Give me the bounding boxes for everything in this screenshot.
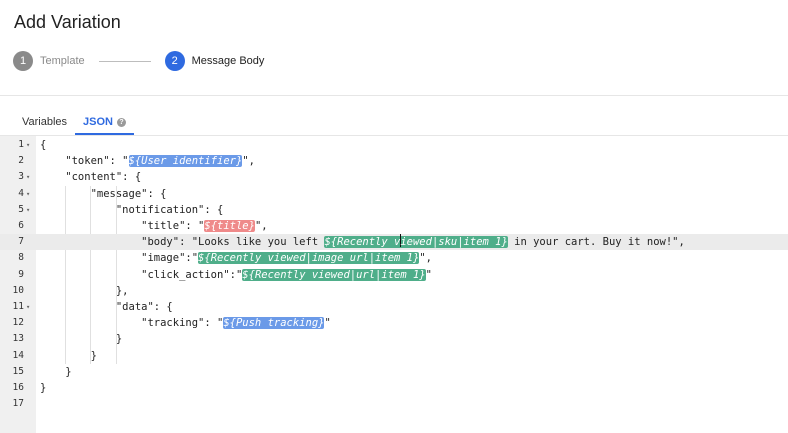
step-connector bbox=[98, 60, 151, 62]
line-number: 3 bbox=[18, 171, 24, 183]
code-fragment: "image":" bbox=[40, 252, 199, 265]
code-fragment: } bbox=[40, 333, 123, 346]
page-title: Add Variation bbox=[14, 12, 121, 32]
code-fragment: "notification": { bbox=[40, 203, 224, 216]
line-number: 8 bbox=[18, 252, 24, 264]
code-text: { bbox=[40, 137, 46, 153]
code-text: "image":"${Recently viewed|image url|ite… bbox=[40, 250, 432, 266]
line-number: 17 bbox=[12, 398, 24, 410]
step-1-circle[interactable]: 1 bbox=[13, 51, 33, 71]
line-number: 9 bbox=[18, 268, 24, 280]
code-text: }, bbox=[40, 283, 129, 299]
code-text: } bbox=[40, 364, 72, 380]
code-line[interactable]: 14 } bbox=[0, 348, 788, 364]
code-line[interactable]: 9 "click_action":"${Recently viewed|url|… bbox=[0, 267, 788, 283]
step-1-label[interactable]: Template bbox=[40, 55, 85, 67]
code-fragment: "data": { bbox=[40, 301, 173, 313]
code-line[interactable]: 16} bbox=[0, 380, 788, 396]
code-line[interactable]: 17 bbox=[0, 396, 788, 412]
code-fragment: " bbox=[425, 268, 432, 281]
code-fragment: "message": { bbox=[40, 187, 167, 200]
variable-token[interactable]: ${title} bbox=[204, 220, 255, 232]
code-fragment: ", bbox=[419, 252, 432, 265]
code-text: } bbox=[40, 331, 122, 347]
tab-bar: Variables JSON? bbox=[14, 110, 135, 135]
code-text: } bbox=[40, 380, 46, 396]
code-line[interactable]: 10 }, bbox=[0, 283, 788, 299]
code-line[interactable]: 12 "tracking": "${Push tracking}" bbox=[0, 315, 788, 331]
code-line[interactable]: 4 ▾ "message": { bbox=[0, 186, 788, 202]
fold-toggle-icon[interactable]: ▾ bbox=[26, 299, 34, 315]
variable-token[interactable]: ${Recently viewed|image url|item 1} bbox=[198, 252, 420, 265]
line-number: 4 bbox=[18, 187, 24, 199]
code-text: "token": "${User identifier}", bbox=[40, 153, 255, 169]
code-text: "title": "${title}", bbox=[40, 218, 268, 234]
code-line[interactable]: 15 } bbox=[0, 364, 788, 380]
line-number: 13 bbox=[12, 333, 24, 345]
code-line[interactable]: 7 "body": "Looks like you left ${Recentl… bbox=[0, 234, 788, 251]
tab-variables[interactable]: Variables bbox=[14, 110, 75, 135]
help-icon[interactable]: ? bbox=[117, 118, 127, 127]
line-number: 14 bbox=[12, 349, 24, 361]
line-number: 1 bbox=[18, 139, 24, 150]
code-line[interactable]: 2 "token": "${User identifier}", bbox=[0, 153, 788, 169]
variable-token[interactable]: ${Push tracking} bbox=[223, 317, 325, 330]
line-number: 10 bbox=[12, 284, 24, 296]
line-number: 7 bbox=[18, 236, 24, 248]
code-fragment: "content": { bbox=[40, 171, 142, 184]
fold-toggle-icon[interactable]: ▾ bbox=[26, 186, 34, 202]
code-line[interactable]: 5 ▾ "notification": { bbox=[0, 202, 788, 218]
code-text: "data": { bbox=[40, 299, 173, 315]
code-fragment: "tracking": " bbox=[40, 317, 224, 330]
code-text: "content": { bbox=[40, 169, 141, 185]
text-cursor bbox=[399, 234, 401, 248]
code-text: "notification": { bbox=[40, 202, 223, 218]
code-line[interactable]: 13 } bbox=[0, 331, 788, 347]
json-editor[interactable]: 1 ▾{2 "token": "${User identifier}", 3 ▾ "c… bbox=[0, 135, 788, 433]
code-fragment: " bbox=[324, 317, 331, 330]
code-fragment: { bbox=[40, 139, 47, 151]
code-line[interactable]: 1 ▾ { bbox=[0, 137, 788, 153]
header-divider bbox=[0, 95, 788, 96]
tab-variables-label: Variables bbox=[22, 116, 68, 128]
code-line[interactable]: 6 "title": "${title}", bbox=[0, 218, 788, 234]
step-2-label[interactable]: Message Body bbox=[192, 55, 265, 67]
variable-token[interactable]: ${User identifier} bbox=[128, 155, 243, 168]
code-fragment: "click_action":" bbox=[40, 268, 243, 281]
code-text: "tracking": "${Push tracking}" bbox=[40, 315, 331, 331]
line-number: 12 bbox=[12, 317, 24, 329]
code-text: "body": "Looks like you left ${Recently … bbox=[40, 234, 685, 250]
code-fragment: "token": " bbox=[40, 155, 129, 168]
code-fragment: }, bbox=[40, 284, 129, 297]
code-fragment: } bbox=[40, 349, 97, 362]
code-line[interactable]: 8 "image":"${Recently viewed|image url|i… bbox=[0, 250, 788, 266]
step-2-circle[interactable]: 2 bbox=[164, 51, 185, 71]
fold-toggle-icon[interactable]: ▾ bbox=[26, 137, 34, 153]
code-fragment: ", bbox=[254, 220, 268, 232]
line-number: 2 bbox=[18, 155, 24, 167]
code-line[interactable]: 3 ▾ "content": { bbox=[0, 169, 788, 185]
line-number: 15 bbox=[12, 365, 24, 377]
code-text: "click_action":"${Recently viewed|url|it… bbox=[40, 267, 432, 283]
code-text: "message": { bbox=[40, 186, 167, 202]
tab-json[interactable]: JSON? bbox=[75, 110, 135, 135]
code-line[interactable]: 11 ▾ "data": { bbox=[0, 299, 788, 315]
code-fragment: } bbox=[40, 365, 72, 378]
variable-token[interactable]: ${Recently viewed|sku|item 1} bbox=[324, 234, 508, 249]
fold-toggle-icon[interactable]: ▾ bbox=[26, 202, 34, 218]
line-number: 16 bbox=[12, 382, 24, 393]
line-number: 6 bbox=[18, 220, 24, 231]
stepper: 1 Template 2 Message Body bbox=[13, 50, 264, 72]
code-fragment: "body": "Looks like you left bbox=[40, 236, 325, 249]
tab-json-label: JSON bbox=[83, 116, 114, 128]
code-fragment: ", bbox=[242, 155, 255, 168]
fold-toggle-icon[interactable]: ▾ bbox=[26, 169, 34, 185]
code-text: } bbox=[40, 348, 97, 364]
code-fragment: in your cart. Buy it now!", bbox=[507, 236, 685, 249]
variable-token[interactable]: ${Recently viewed|url|item 1} bbox=[242, 268, 426, 281]
line-number: 11 bbox=[12, 301, 24, 312]
code-fragment: } bbox=[40, 382, 47, 394]
line-number: 5 bbox=[18, 203, 24, 215]
code-fragment: "title": " bbox=[40, 220, 205, 232]
